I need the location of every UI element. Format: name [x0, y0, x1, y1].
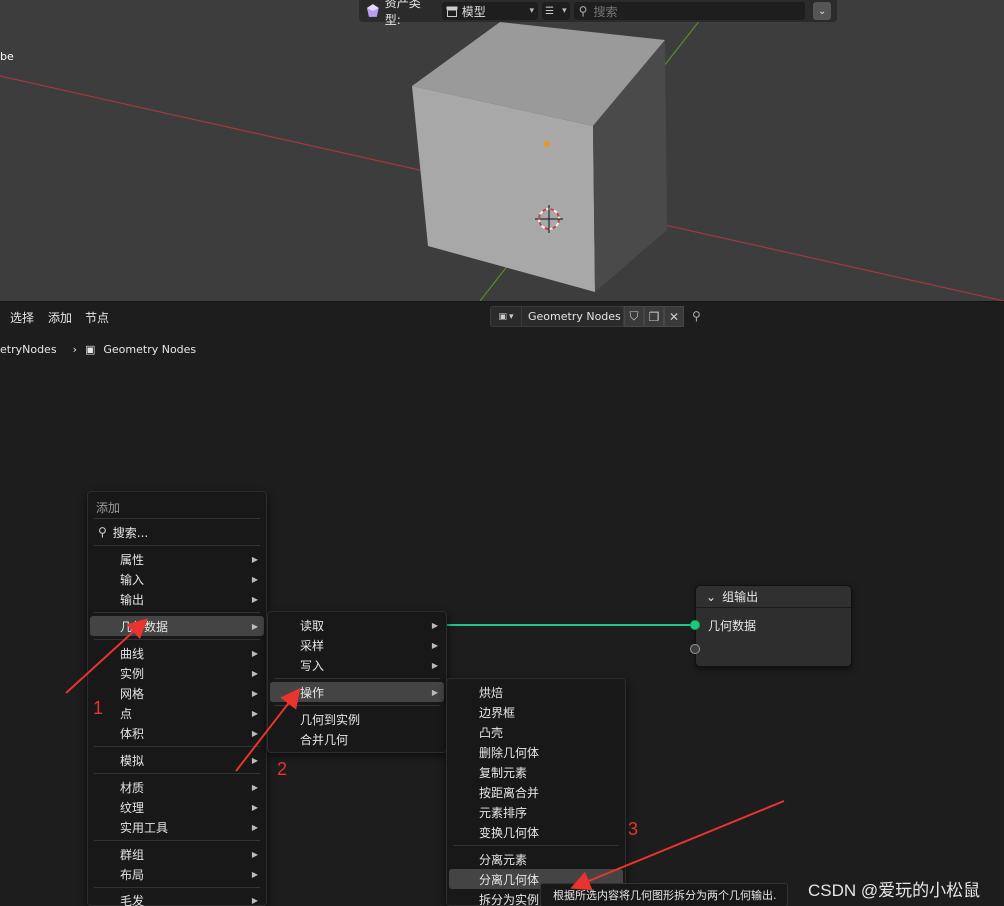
- asset-type-value: 模型: [461, 4, 486, 19]
- display-type-dropdown[interactable]: ☰ ▾: [542, 2, 570, 20]
- annotation-label-2: 2: [277, 759, 288, 779]
- asset-shelf-bar: 资产类型: 模型 ▾ ☰ ▾ ⚲ 搜索 ⌄: [359, 0, 837, 27]
- chevron-down-icon: ▾: [529, 6, 535, 16]
- annotation-label-3: 3: [628, 819, 639, 839]
- node-editor[interactable]: 选择 添加 节点 ▣ ▾ Geometry Nodes ⛉ ❐ ✕ ⚲ etryN…: [0, 301, 1004, 906]
- object-name-label: be: [0, 50, 14, 63]
- expand-toggle-button[interactable]: ⌄: [813, 2, 832, 20]
- asset-gem-icon: [366, 4, 379, 17]
- watermark: CSDN @爱玩的小松鼠: [808, 881, 981, 900]
- viewport-scene: [0, 19, 1004, 301]
- list-view-icon: ☰: [545, 5, 555, 17]
- annotation-arrow-3: [570, 800, 785, 891]
- search-icon: ⚲: [578, 4, 588, 18]
- annotation-label-1: 1: [93, 698, 104, 718]
- annotation-arrow-2: [235, 687, 301, 772]
- chevron-down-icon: ▾: [562, 6, 567, 16]
- 3d-viewport[interactable]: be 资产类型: 模型 ▾ ☰ ▾ ⚲ 搜索 ⌄: [0, 0, 1004, 301]
- asset-search-input[interactable]: ⚲ 搜索: [573, 2, 806, 20]
- asset-type-dropdown[interactable]: 模型 ▾: [441, 2, 539, 20]
- asset-type-label: 资产类型:: [384, 0, 421, 27]
- cube-origin-dot: [544, 141, 550, 147]
- box-icon: [446, 6, 458, 17]
- annotation-arrows: [65, 618, 785, 891]
- annotation-arrow-1: [65, 618, 148, 694]
- search-placeholder: 搜索: [593, 4, 618, 19]
- chevron-down-icon: ⌄: [817, 5, 827, 17]
